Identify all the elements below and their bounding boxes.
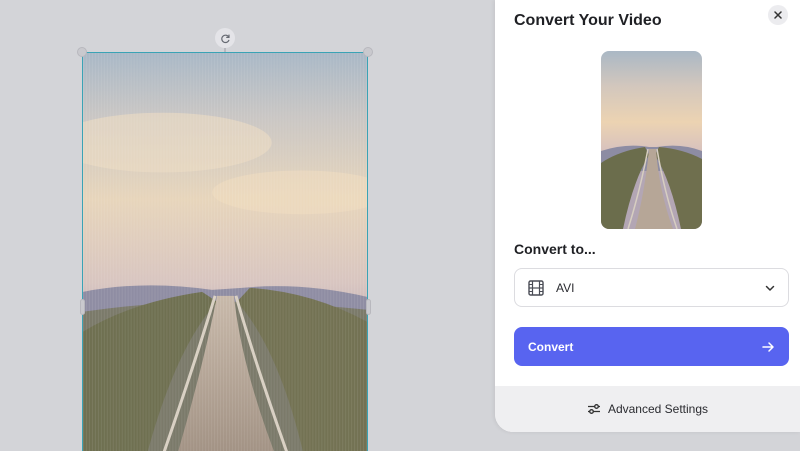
convert-panel: Convert Your Video Convert to... AVI Con… [495,0,800,432]
convert-button[interactable]: Convert [514,327,789,366]
format-select-value: AVI [556,280,575,295]
sliders-icon [587,404,600,414]
resize-handle-right[interactable] [366,299,371,315]
resize-handle-left[interactable] [80,299,85,315]
video-image [83,53,367,451]
video-thumbnail [601,51,702,229]
rotate-handle[interactable] [215,28,235,48]
close-button[interactable] [768,5,788,25]
film-icon [528,279,544,296]
advanced-settings-button[interactable]: Advanced Settings [495,386,800,432]
advanced-settings-label: Advanced Settings [607,402,709,416]
chevron-down-icon [765,285,775,291]
video-canvas [0,0,495,451]
arrow-right-icon [762,341,774,352]
close-icon [774,11,782,19]
rotate-icon [220,34,230,43]
format-select[interactable]: AVI [514,268,789,307]
resize-handle-top-right[interactable] [363,47,373,57]
convert-button-label: Convert [528,339,574,354]
thumbnail-image [601,51,702,229]
video-frame[interactable] [82,52,368,451]
convert-to-label: Convert to... [514,241,596,257]
resize-handle-top-left[interactable] [77,47,87,57]
panel-title: Convert Your Video [514,12,662,29]
